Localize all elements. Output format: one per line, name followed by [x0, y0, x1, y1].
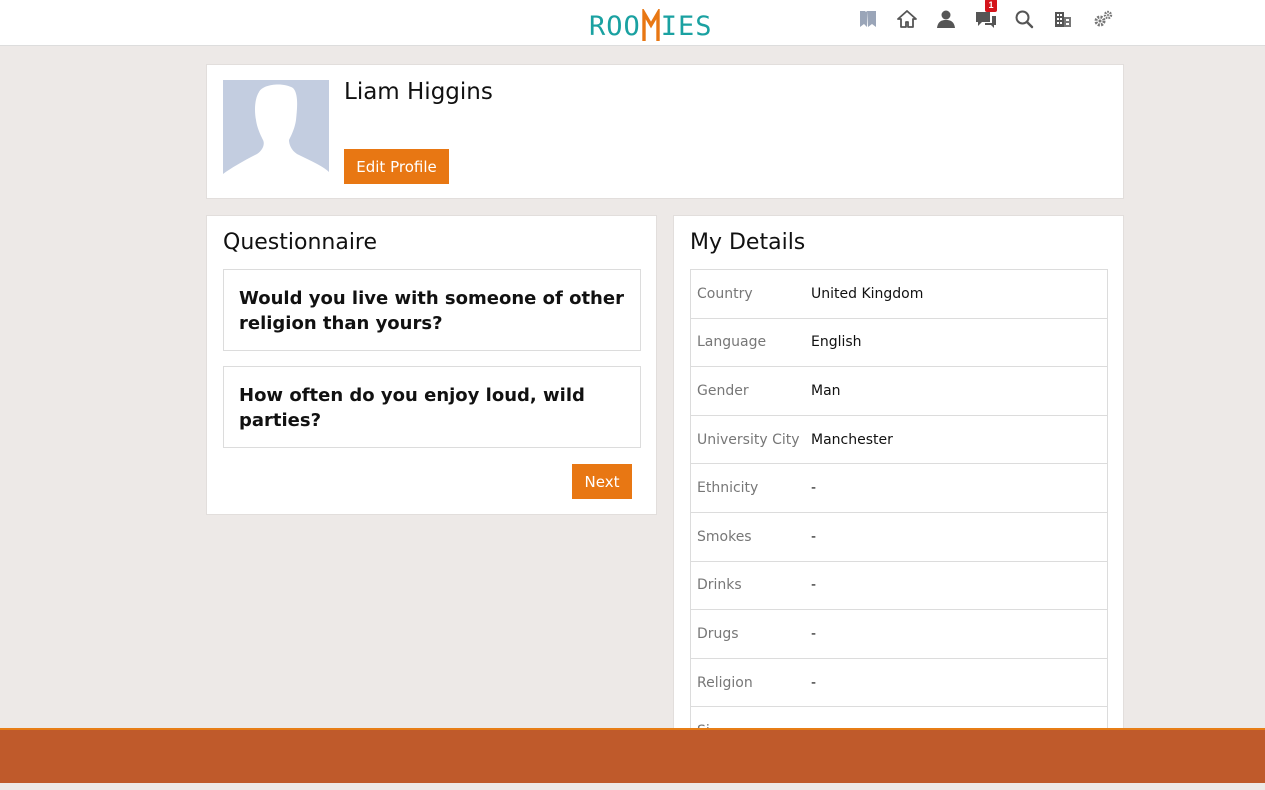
detail-value: -: [811, 528, 817, 545]
settings-nav-item[interactable]: [1092, 6, 1131, 32]
roomies-logo[interactable]: ROO IES: [589, 4, 713, 42]
messages-nav-item[interactable]: 1: [975, 0, 1014, 32]
detail-label: Drinks: [697, 577, 742, 594]
details-table: Country United Kingdom Language English …: [690, 269, 1108, 734]
user-icon: [937, 10, 955, 28]
profile-nav-item[interactable]: [936, 6, 975, 32]
detail-label: University City: [697, 431, 800, 448]
messages-badge: 1: [985, 0, 997, 12]
bookmark-nav-item[interactable]: [858, 6, 897, 32]
top-navbar: ROO IES 1: [0, 0, 1265, 46]
table-row: Religion -: [691, 659, 1107, 708]
detail-label: Smokes: [697, 528, 752, 545]
table-row: Country United Kingdom: [691, 270, 1107, 319]
table-row: Language English: [691, 319, 1107, 368]
table-row: Drugs -: [691, 610, 1107, 659]
detail-value: -: [811, 480, 817, 497]
detail-value: English: [811, 334, 862, 351]
logo-text-right: IES: [660, 11, 713, 42]
detail-label: Ethnicity: [697, 480, 759, 497]
table-row: Gender Man: [691, 367, 1107, 416]
my-details-title: My Details: [690, 230, 806, 255]
chat-icon: [976, 12, 996, 28]
question-item[interactable]: How often do you enjoy loud, wild partie…: [223, 366, 641, 448]
logo-m-mark: [642, 6, 660, 41]
search-nav-item[interactable]: [1014, 6, 1053, 32]
footer-bar: [0, 728, 1265, 783]
logo-text-left: ROO: [589, 11, 641, 42]
building-icon: [1055, 12, 1071, 27]
profile-card: Liam Higgins Edit Profile: [206, 64, 1124, 199]
nav-icons: 1: [858, 0, 1131, 32]
home-nav-item[interactable]: [897, 6, 936, 32]
settings-icon: [1094, 10, 1113, 27]
profile-name: Liam Higgins: [344, 79, 493, 105]
detail-label: Country: [697, 285, 753, 302]
detail-label: Language: [697, 334, 767, 351]
avatar-silhouette-icon: [223, 84, 329, 180]
properties-nav-item[interactable]: [1053, 6, 1092, 32]
detail-value: -: [811, 674, 817, 691]
questionnaire-title: Questionnaire: [223, 230, 378, 255]
detail-label: Religion: [697, 674, 753, 691]
detail-value: Man: [811, 382, 841, 399]
question-item[interactable]: Would you live with someone of other rel…: [223, 269, 641, 351]
detail-value: -: [811, 625, 817, 642]
bookmark-icon: [860, 11, 876, 27]
questionnaire-card: Questionnaire Would you live with someon…: [206, 215, 657, 515]
next-button[interactable]: Next: [572, 464, 632, 499]
avatar: [223, 80, 329, 180]
detail-label: Gender: [697, 382, 749, 399]
home-icon: [897, 10, 917, 28]
detail-value: United Kingdom: [811, 285, 924, 302]
table-row: Ethnicity -: [691, 464, 1107, 513]
table-row: Smokes -: [691, 513, 1107, 562]
table-row: Drinks -: [691, 562, 1107, 611]
search-icon: [1015, 10, 1034, 29]
table-row: University City Manchester: [691, 416, 1107, 465]
detail-value: -: [811, 577, 817, 594]
detail-value: Manchester: [811, 431, 893, 448]
edit-profile-button[interactable]: Edit Profile: [344, 149, 449, 184]
detail-label: Drugs: [697, 625, 739, 642]
my-details-card: My Details Country United Kingdom Langua…: [673, 215, 1124, 735]
